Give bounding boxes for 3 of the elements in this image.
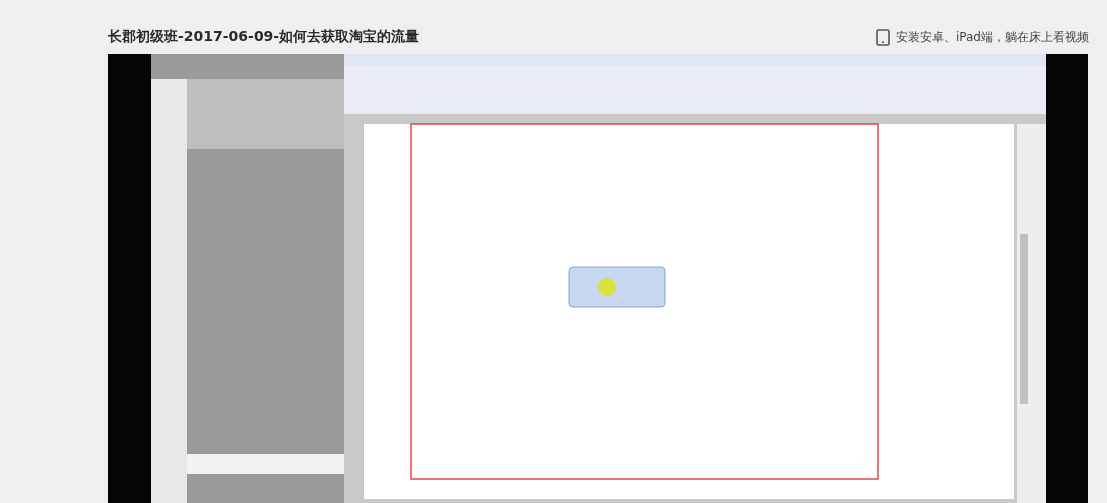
tablet-icon [876,28,890,46]
video-title: 长郡初级班-2017-06-09-如何去获取淘宝的流量 [108,28,420,46]
app-promo-link[interactable]: 安装安卓、iPad端，躺在床上看视频 [896,28,1089,46]
